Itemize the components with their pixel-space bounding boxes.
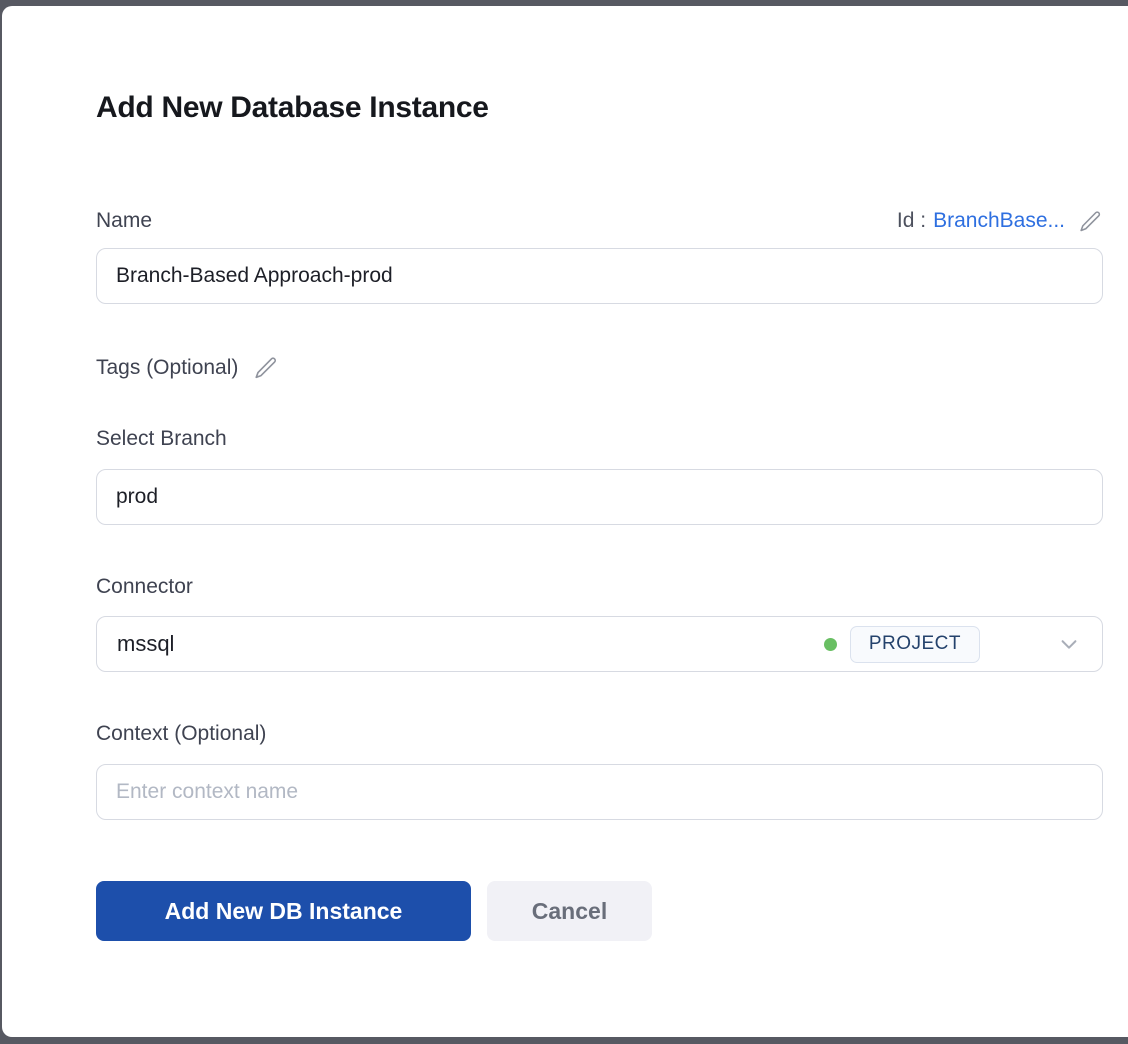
instance-id-group: Id : BranchBase... bbox=[897, 209, 1103, 234]
context-label: Context (Optional) bbox=[96, 721, 1103, 747]
connector-status-dot-icon bbox=[824, 638, 837, 651]
context-input[interactable] bbox=[96, 764, 1103, 820]
add-db-instance-button[interactable]: Add New DB Instance bbox=[96, 881, 471, 941]
dialog-title: Add New Database Instance bbox=[96, 90, 1103, 126]
add-db-instance-dialog: Add New Database Instance Name Id : Bran… bbox=[2, 6, 1128, 1037]
cancel-button[interactable]: Cancel bbox=[487, 881, 652, 941]
instance-id-link[interactable]: BranchBase... bbox=[933, 209, 1065, 233]
name-label-row: Name Id : BranchBase... bbox=[96, 208, 1103, 234]
connector-select[interactable]: mssql PROJECT bbox=[96, 616, 1103, 672]
instance-id-prefix: Id : bbox=[897, 209, 926, 233]
tags-label-row: Tags (Optional) bbox=[96, 355, 1103, 381]
name-label: Name bbox=[96, 208, 152, 234]
branch-input[interactable] bbox=[96, 469, 1103, 525]
branch-label: Select Branch bbox=[96, 426, 1103, 452]
name-input[interactable] bbox=[96, 248, 1103, 304]
connector-label: Connector bbox=[96, 574, 1103, 600]
edit-id-pencil-icon[interactable] bbox=[1078, 209, 1103, 234]
tags-label: Tags (Optional) bbox=[96, 355, 238, 381]
edit-tags-pencil-icon[interactable] bbox=[253, 355, 279, 381]
chevron-down-icon[interactable] bbox=[1058, 633, 1080, 655]
connector-value: mssql bbox=[117, 631, 174, 657]
dialog-actions: Add New DB Instance Cancel bbox=[96, 881, 1103, 941]
project-badge: PROJECT bbox=[850, 626, 980, 663]
